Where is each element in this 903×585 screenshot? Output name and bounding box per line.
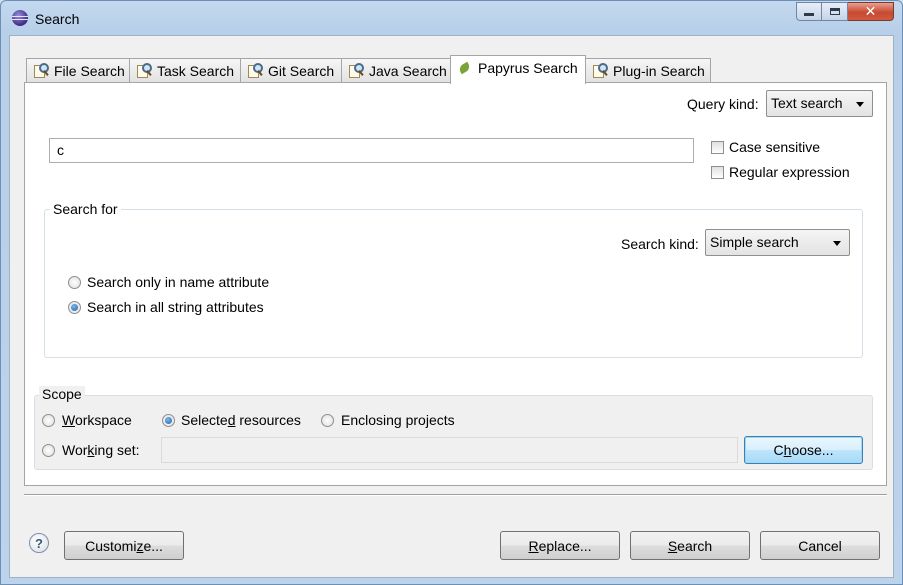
tab-plugin-search[interactable]: Plug-in Search bbox=[585, 58, 711, 82]
search-for-group: Search for Search kind: Simple search Se… bbox=[44, 201, 863, 358]
chevron-down-icon bbox=[833, 241, 841, 246]
dialog-client-area: File Search Task Search Git Search Java … bbox=[9, 35, 894, 578]
eclipse-icon bbox=[12, 10, 28, 26]
tab-label: File Search bbox=[54, 62, 125, 79]
name-attribute-label: Search only in name attribute bbox=[87, 274, 270, 290]
workspace-radio[interactable] bbox=[42, 414, 55, 427]
file-search-icon bbox=[33, 63, 49, 78]
query-kind-value: Text search bbox=[771, 95, 843, 111]
maximize-button[interactable] bbox=[822, 2, 848, 21]
search-kind-value: Simple search bbox=[710, 234, 799, 250]
close-icon: ✕ bbox=[864, 3, 877, 20]
scope-group: Scope Workspace Selected resources Enclo… bbox=[34, 386, 873, 470]
tab-java-search[interactable]: Java Search bbox=[341, 58, 451, 82]
search-dialog: Search ✕ File Search Task Search Git Sea… bbox=[0, 0, 903, 585]
cancel-button[interactable]: Cancel bbox=[760, 531, 880, 560]
tab-task-search[interactable]: Task Search bbox=[129, 58, 241, 82]
task-search-icon bbox=[136, 63, 152, 78]
search-button[interactable]: Search bbox=[630, 531, 750, 560]
customize-button[interactable]: Customi z e... bbox=[64, 531, 184, 560]
window-title: Search bbox=[35, 11, 80, 27]
working-set-field[interactable] bbox=[161, 437, 738, 463]
enclosing-projects-radio[interactable] bbox=[321, 414, 334, 427]
java-search-icon bbox=[348, 63, 364, 78]
title-bar[interactable]: Search ✕ bbox=[1, 1, 902, 35]
tab-file-search[interactable]: File Search bbox=[26, 58, 130, 82]
selected-resources-label: Selected resources bbox=[181, 412, 301, 428]
query-kind-select[interactable]: Text search bbox=[766, 90, 873, 117]
name-attribute-radio[interactable] bbox=[68, 276, 81, 289]
maximize-icon bbox=[829, 8, 840, 15]
tab-label: Task Search bbox=[157, 62, 235, 79]
tab-label: Git Search bbox=[268, 62, 335, 79]
window-controls: ✕ bbox=[796, 2, 894, 21]
tab-git-search[interactable]: Git Search bbox=[240, 58, 342, 82]
search-kind-select[interactable]: Simple search bbox=[705, 229, 850, 256]
minimize-icon bbox=[804, 13, 814, 16]
choose-button[interactable]: Ch oose... bbox=[744, 436, 863, 464]
chevron-down-icon bbox=[856, 102, 864, 107]
minimize-button[interactable] bbox=[796, 2, 822, 21]
footer-separator bbox=[24, 494, 887, 496]
tab-label: Plug-in Search bbox=[613, 62, 705, 79]
papyrus-icon bbox=[457, 61, 472, 76]
regular-expression-label: Regular expression bbox=[729, 164, 850, 180]
query-kind-label: Query kind: bbox=[687, 96, 759, 112]
search-text-input[interactable]: c bbox=[49, 138, 694, 163]
search-for-title: Search for bbox=[50, 201, 121, 217]
git-search-icon bbox=[247, 63, 263, 78]
help-icon[interactable]: ? bbox=[29, 533, 49, 553]
scope-title: Scope bbox=[39, 386, 85, 402]
search-kind-label: Search kind: bbox=[621, 236, 699, 252]
replace-button[interactable]: Replace... bbox=[500, 531, 620, 560]
tab-label: Java Search bbox=[369, 62, 447, 79]
working-set-radio[interactable] bbox=[42, 444, 55, 457]
case-sensitive-checkbox[interactable] bbox=[711, 141, 724, 154]
regular-expression-checkbox[interactable] bbox=[711, 166, 724, 179]
tab-papyrus-search[interactable]: Papyrus Search bbox=[450, 55, 586, 84]
plugin-search-icon bbox=[592, 63, 608, 78]
working-set-label: Working set: bbox=[62, 442, 140, 458]
all-string-attributes-radio[interactable] bbox=[68, 301, 81, 314]
all-string-attributes-label: Search in all string attributes bbox=[87, 299, 264, 315]
case-sensitive-label: Case sensitive bbox=[729, 139, 821, 155]
close-button[interactable]: ✕ bbox=[848, 2, 894, 21]
tab-label: Papyrus Search bbox=[478, 60, 578, 76]
enclosing-projects-label: Enclosing projects bbox=[341, 412, 455, 428]
selected-resources-radio[interactable] bbox=[162, 414, 175, 427]
workspace-label: Workspace bbox=[62, 412, 132, 428]
